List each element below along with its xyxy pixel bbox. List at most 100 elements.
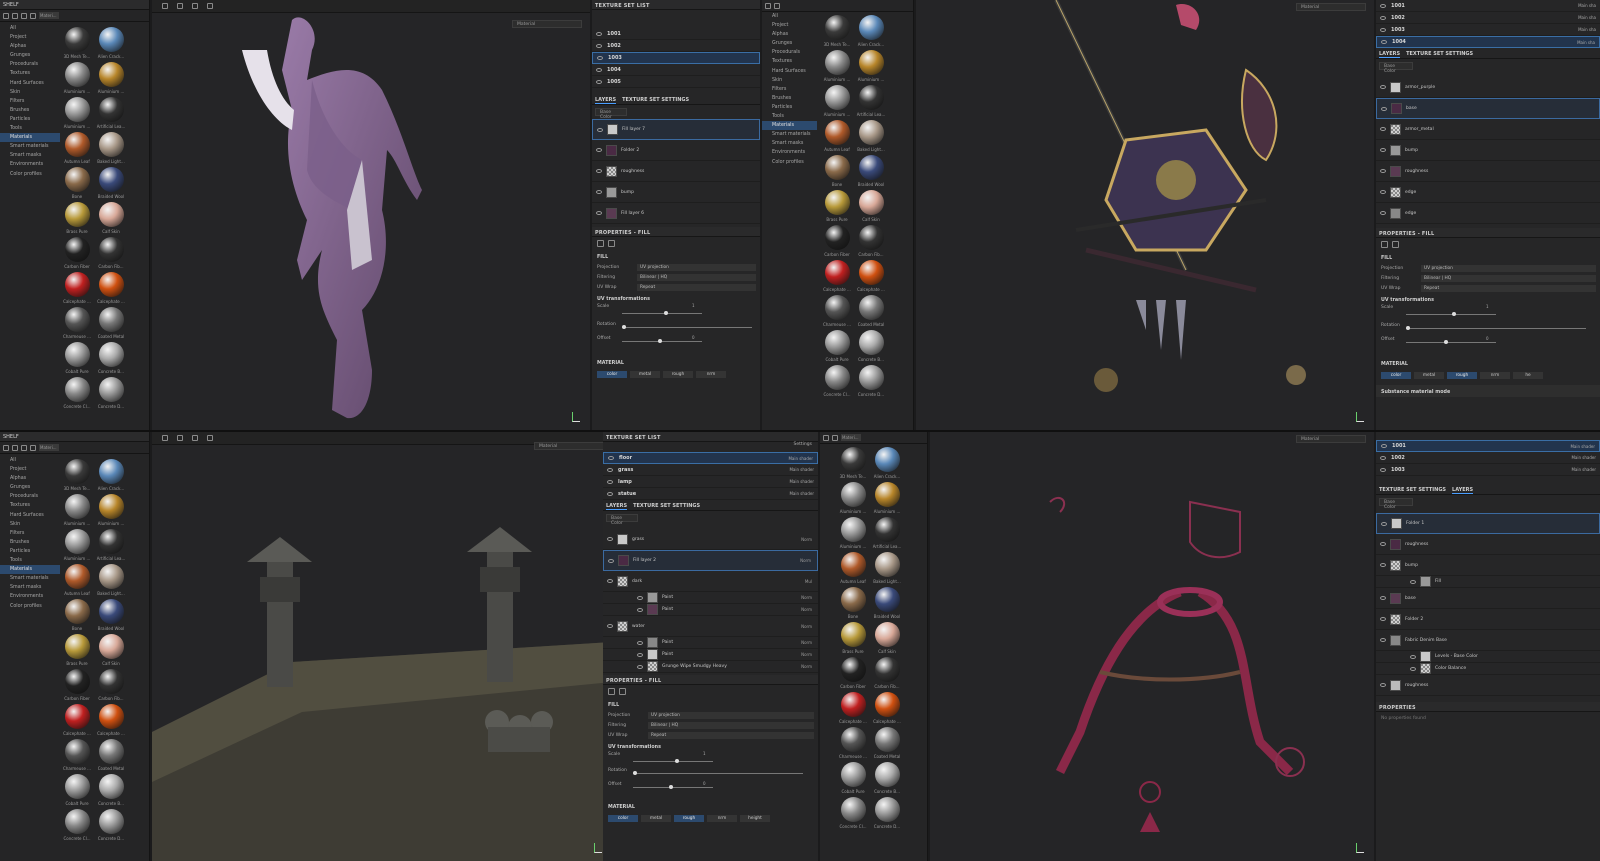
layer-row[interactable]: dark Mul [603, 571, 818, 592]
eye-icon[interactable] [637, 652, 643, 657]
filter-icon[interactable] [30, 444, 36, 451]
texture-set-row[interactable]: grass Main shader [603, 464, 818, 476]
eye-icon[interactable] [1380, 27, 1386, 32]
grid-icon[interactable] [21, 12, 27, 19]
material-thumbnail[interactable]: Alien Crack... [96, 26, 126, 61]
material-channel-toggle[interactable]: color [1381, 372, 1411, 379]
eye-icon[interactable] [637, 607, 643, 612]
shelf-category-item[interactable]: Hard Surfaces [0, 79, 60, 88]
shelf-category-item[interactable]: Grunges [0, 483, 60, 492]
folder-icon[interactable] [3, 12, 9, 19]
layer-row[interactable]: Folder 2 [592, 140, 760, 161]
light-icon[interactable] [177, 3, 183, 9]
material-thumbnail[interactable]: Calcephate ... [872, 691, 902, 726]
material-channel-toggle[interactable]: rough [674, 815, 704, 822]
channel-select[interactable]: Base Color [595, 108, 627, 120]
grid-icon[interactable] [21, 444, 27, 451]
shelf-category-item[interactable]: Smart materials [762, 130, 817, 139]
shelf-category-item[interactable]: Smart masks [0, 583, 60, 592]
material-thumbnail[interactable]: Concrete B... [856, 329, 886, 364]
layer-row[interactable]: Fill layer 6 [592, 203, 760, 224]
texture-set-row[interactable]: 1001 [592, 28, 760, 40]
viewport-mode-select[interactable]: Material [1296, 435, 1366, 443]
material-thumbnail[interactable]: Aluminium ... [62, 96, 92, 131]
eye-icon[interactable] [596, 190, 602, 194]
material-thumbnail[interactable]: Calf Skin [856, 189, 886, 224]
camera-icon[interactable] [192, 435, 198, 441]
material-thumbnail[interactable]: Coated Metal [856, 294, 886, 329]
material-thumbnail[interactable]: Artificial Lea... [96, 96, 126, 131]
material-thumbnail[interactable]: Carbon Fib... [96, 668, 126, 703]
material-thumbnail[interactable]: Calf Skin [96, 633, 126, 668]
shader-select[interactable]: Main sha [1578, 3, 1596, 8]
projection-field[interactable]: UV projection [648, 711, 814, 719]
layer-blend-mode[interactable]: Norm [801, 607, 812, 612]
material-thumbnail[interactable]: Concrete B... [96, 341, 126, 376]
shelf-category-item[interactable]: Brushes [0, 538, 60, 547]
material-channel-toggle[interactable]: nrm [707, 815, 737, 822]
material-thumbnail[interactable]: Cobalt Pure [838, 761, 868, 796]
material-mode[interactable]: Substance material mode [1376, 385, 1600, 397]
shelf-category-item[interactable]: Procedurals [762, 48, 817, 57]
material-thumbnail[interactable]: Charmeuse ... [838, 726, 868, 761]
shelf-category-item[interactable]: Project [0, 465, 60, 474]
material-thumbnail[interactable]: Carbon Fiber [838, 656, 868, 691]
material-thumbnail[interactable]: Concrete B... [96, 773, 126, 808]
material-thumbnail[interactable]: Calcephate ... [838, 691, 868, 726]
material-thumbnail[interactable]: Cobalt Pure [62, 341, 92, 376]
layer-row[interactable]: Levels - Base Color [1376, 651, 1600, 663]
shelf-category-item[interactable]: Alphas [0, 42, 60, 51]
shelf-category-item[interactable]: Smart masks [0, 151, 60, 160]
material-thumbnail[interactable]: Coated Metal [96, 738, 126, 773]
offset-slider[interactable] [658, 339, 662, 343]
material-thumbnail[interactable]: Concrete D... [96, 376, 126, 411]
light-icon[interactable] [177, 435, 183, 441]
shelf-category-item[interactable]: Environments [762, 148, 817, 157]
tab-layers[interactable]: LAYERS [595, 97, 617, 104]
material-channel-toggle[interactable]: rough [1447, 372, 1477, 379]
material-channel-toggle[interactable]: nrm [1480, 372, 1510, 379]
material-thumbnail[interactable]: Charmeuse ... [62, 738, 92, 773]
eye-icon[interactable] [1380, 190, 1386, 194]
material-thumbnail[interactable]: Aluminium ... [856, 49, 886, 84]
material-icon[interactable] [1392, 241, 1399, 248]
material-thumbnail[interactable]: Baked Light... [96, 131, 126, 166]
shelf-category-item[interactable]: Textures [0, 69, 60, 78]
filtering-field[interactable]: Bilinear | HQ [648, 721, 814, 729]
texture-set-row[interactable]: 1001 Main sha [1376, 0, 1600, 12]
layer-row[interactable]: bump [592, 182, 760, 203]
material-thumbnail[interactable]: Baked Light... [96, 563, 126, 598]
shelf-category-item[interactable]: Textures [0, 501, 60, 510]
material-channel-toggle[interactable]: metal [1414, 372, 1444, 379]
layer-row[interactable]: Paint Norm [603, 649, 818, 661]
layer-row[interactable]: Color Balance [1376, 663, 1600, 675]
material-thumbnail[interactable]: Carbon Fib... [96, 236, 126, 271]
eye-icon[interactable] [1381, 444, 1387, 448]
material-thumbnail[interactable]: Carbon Fiber [822, 224, 852, 259]
texture-set-row[interactable]: 1003 Main shader [1376, 464, 1600, 476]
shelf-category-item[interactable]: Materials [0, 565, 60, 575]
eye-icon[interactable] [596, 43, 602, 48]
material-thumbnail[interactable]: 3D Mesh Te... [62, 458, 92, 493]
eye-icon[interactable] [1380, 638, 1386, 642]
shader-select[interactable]: Main sha [1578, 27, 1596, 32]
tab-layers[interactable]: LAYERS [1379, 51, 1401, 58]
material-thumbnail[interactable]: Charmeuse ... [62, 306, 92, 341]
shelf-search-input[interactable]: Materi... [39, 12, 59, 19]
shader-select[interactable]: Main shader [789, 467, 814, 472]
layer-row[interactable]: Fill [1376, 576, 1600, 588]
eye-icon[interactable] [1380, 467, 1386, 472]
layer-row[interactable]: bump [1376, 140, 1600, 161]
eye-icon[interactable] [607, 537, 613, 541]
shelf-category-item[interactable]: Smart masks [762, 139, 817, 148]
layer-row[interactable]: Fabric Denim Base [1376, 630, 1600, 651]
layer-row[interactable]: roughness [592, 161, 760, 182]
eye-icon[interactable] [596, 31, 602, 36]
eye-icon[interactable] [1380, 683, 1386, 687]
viewport-lanterns[interactable]: Material [152, 432, 612, 861]
texture-set-row[interactable]: statue Main shader [603, 488, 818, 500]
material-thumbnail[interactable]: Brass Pure [838, 621, 868, 656]
shelf-category-item[interactable]: Project [762, 21, 817, 30]
shader-select[interactable]: Main shader [789, 491, 814, 496]
grid-icon[interactable] [774, 2, 780, 9]
